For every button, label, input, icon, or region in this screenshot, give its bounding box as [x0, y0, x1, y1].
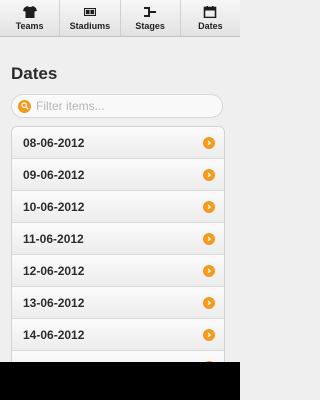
list-item[interactable]: 10-06-2012 [12, 191, 224, 223]
filter-input[interactable] [36, 99, 206, 113]
date-label: 11-06-2012 [23, 231, 84, 246]
date-label: 08-06-2012 [23, 135, 85, 150]
list-item[interactable]: 12-06-2012 [12, 255, 224, 287]
list-item[interactable]: 13-06-2012 [12, 287, 224, 319]
date-label: 14-06-2012 [23, 327, 85, 342]
chevron-right-icon [203, 136, 215, 149]
tab-dates-label: Dates [198, 20, 223, 31]
date-label: 09-06-2012 [23, 167, 85, 182]
tab-stages-label: Stages [135, 20, 165, 31]
bracket-icon [143, 6, 157, 18]
chevron-right-icon [203, 232, 215, 245]
shirt-icon [22, 5, 37, 18]
search-icon [18, 99, 31, 113]
dates-list: 08-06-2012 09-06-2012 10-06-2012 11-06-2… [11, 126, 225, 368]
tab-dates[interactable]: Dates [181, 0, 240, 36]
calendar-icon [203, 5, 217, 18]
tab-stadiums-label: Stadiums [69, 20, 111, 31]
date-label: 12-06-2012 [23, 263, 85, 278]
list-item[interactable]: 08-06-2012 [12, 127, 224, 159]
tab-teams[interactable]: Teams [0, 0, 61, 36]
list-item[interactable]: 11-06-2012 [12, 223, 224, 255]
tab-bar: Teams Stadiums Stages Dates [0, 0, 240, 37]
stadium-icon [83, 6, 97, 18]
chevron-right-icon [203, 200, 215, 213]
bottom-bar [0, 362, 240, 400]
chevron-right-icon [203, 296, 215, 309]
tab-stadiums[interactable]: Stadiums [60, 0, 121, 36]
list-item[interactable]: 14-06-2012 [12, 319, 224, 351]
chevron-right-icon [203, 264, 215, 277]
tab-teams-label: Teams [15, 20, 44, 31]
date-label: 13-06-2012 [23, 295, 85, 310]
chevron-right-icon [203, 328, 215, 341]
chevron-right-icon [203, 168, 215, 181]
page-title: Dates [11, 64, 58, 83]
tab-stages[interactable]: Stages [121, 0, 181, 36]
filter-box [11, 94, 223, 118]
list-item[interactable]: 09-06-2012 [12, 159, 224, 191]
date-label: 10-06-2012 [23, 199, 85, 214]
